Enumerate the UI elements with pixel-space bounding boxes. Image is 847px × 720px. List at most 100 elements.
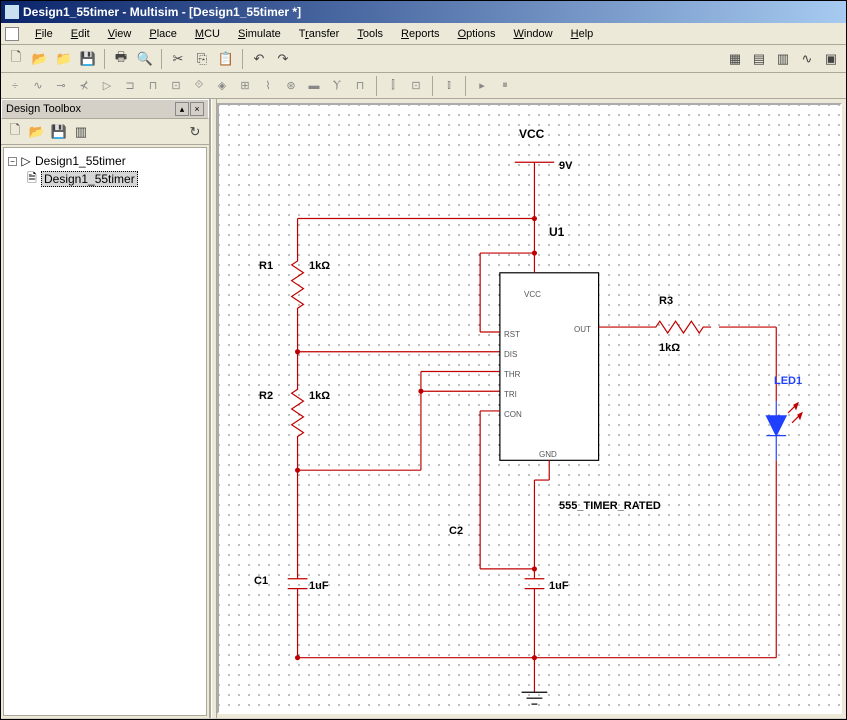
comp-mcu-button[interactable]: Ⲩ (327, 76, 347, 96)
comp-connector-button[interactable]: ⊓ (350, 76, 370, 96)
redo-button[interactable]: ↷ (272, 48, 294, 70)
separator (465, 76, 466, 96)
led-label: LED1 (774, 375, 802, 387)
menu-simulate[interactable]: Simulate (230, 26, 289, 42)
title-bar: Design1_55timer - Multisim - [Design1_55… (1, 1, 846, 23)
tree-root-row[interactable]: − ▷ Design1_55timer (8, 152, 202, 170)
comp-basic-button[interactable]: ∿ (28, 76, 48, 96)
component-toolbar: ÷ ∿ ⊸ ⊀ ▷ ⊐ ⊓ ⊡ ⟐ ◈ ⊞ ⌇ ⊛ ▬ Ⲩ ⊓ ⫿ ⊡ ⫾ ▸ … (1, 73, 846, 99)
pin-vcc: VCC (524, 290, 541, 299)
undo-button[interactable]: ↶ (248, 48, 270, 70)
new-button[interactable]: 🗋 (5, 48, 27, 70)
print-preview-button[interactable]: 🔍 (134, 48, 156, 70)
r2-value: 1kΩ (309, 390, 330, 402)
copy-button[interactable]: ⎘ (191, 48, 213, 70)
menu-place[interactable]: Place (141, 26, 185, 42)
menu-help[interactable]: Help (563, 26, 602, 42)
window-title: Design1_55timer - Multisim - [Design1_55… (23, 5, 301, 19)
instrument-button-4[interactable]: ∿ (796, 48, 818, 70)
comp-power-button[interactable]: ⊞ (235, 76, 255, 96)
menu-edit[interactable]: Edit (63, 26, 98, 42)
comp-ttl-button[interactable]: ⊐ (120, 76, 140, 96)
run-button[interactable]: ▸ (472, 76, 492, 96)
panel-refresh-button[interactable]: ↻ (185, 122, 205, 142)
open-button[interactable]: 📂 (29, 48, 51, 70)
comp-cmos-button[interactable]: ⊓ (143, 76, 163, 96)
ic-type-label: 555_TIMER_RATED (559, 500, 661, 512)
open-sample-button[interactable]: 📁 (53, 48, 75, 70)
pin-con: CON (504, 410, 522, 419)
comp-rf-button[interactable]: ⌇ (258, 76, 278, 96)
c2-label: C2 (449, 525, 463, 537)
panel-title: Design Toolbox (6, 103, 81, 115)
comp-transistor-button[interactable]: ⊀ (74, 76, 94, 96)
save-button[interactable]: 💾 (77, 48, 99, 70)
u1-label: U1 (549, 225, 564, 239)
panel-open-button[interactable]: 📂 (27, 122, 47, 142)
project-icon: ▷ (20, 155, 32, 167)
panel-title-bar: Design Toolbox ▴ × (1, 99, 209, 119)
panel-close-button[interactable]: × (190, 102, 204, 116)
menu-window[interactable]: Window (505, 26, 560, 42)
comp-indicator-button[interactable]: ◈ (212, 76, 232, 96)
r1-label: R1 (259, 260, 273, 272)
separator (432, 76, 433, 96)
comp-mixed-button[interactable]: ⟐ (189, 76, 209, 96)
tree-root-label: Design1_55timer (35, 154, 126, 168)
comp-misc-button[interactable]: ⊡ (166, 76, 186, 96)
instrument-button-3[interactable]: ▥ (772, 48, 794, 70)
vcc-label: VCC (519, 127, 544, 141)
menu-bar: File Edit View Place MCU Simulate Transf… (1, 23, 846, 45)
menu-view[interactable]: View (100, 26, 140, 42)
paste-button[interactable]: 📋 (215, 48, 237, 70)
pin-gnd: GND (539, 450, 557, 459)
comp-ni-button[interactable]: ▬ (304, 76, 324, 96)
r3-value: 1kΩ (659, 342, 680, 354)
menu-tools[interactable]: Tools (349, 26, 391, 42)
schematic-icon: 🗎 (26, 173, 38, 185)
comp-elmech-button[interactable]: ⊛ (281, 76, 301, 96)
comp-source-button[interactable]: ÷ (5, 76, 25, 96)
tree-collapse-icon[interactable]: − (8, 157, 17, 166)
pin-out: OUT (574, 325, 591, 334)
main-area: Design Toolbox ▴ × 🗋 📂 💾 ▥ ↻ − ▷ Design1… (1, 99, 846, 718)
hier-button[interactable]: ⊡ (406, 76, 426, 96)
panel-toolbar: 🗋 📂 💾 ▥ ↻ (1, 119, 209, 145)
menu-reports[interactable]: Reports (393, 26, 448, 42)
circuit-svg (219, 105, 840, 712)
comp-diode-button[interactable]: ⊸ (51, 76, 71, 96)
document-icon (5, 27, 19, 41)
menu-options[interactable]: Options (450, 26, 504, 42)
panel-save-button[interactable]: 💾 (49, 122, 69, 142)
schematic-canvas[interactable]: VCC 9V U1 R1 1kΩ R2 1kΩ R3 1kΩ C1 1uF C2… (217, 103, 842, 714)
probe-button[interactable]: ⫾ (439, 76, 459, 96)
voltage-label: 9V (559, 160, 572, 172)
c1-label: C1 (254, 575, 268, 587)
r2-label: R2 (259, 390, 273, 402)
panel-sheet-button[interactable]: ▥ (71, 122, 91, 142)
tree-child-label: Design1_55timer (41, 171, 138, 187)
bus-button[interactable]: ⫿ (383, 76, 403, 96)
menu-transfer[interactable]: Transfer (291, 26, 348, 42)
tree-child-row[interactable]: 🗎 Design1_55timer (8, 170, 202, 188)
separator (242, 49, 243, 69)
instrument-button-1[interactable]: ▦ (724, 48, 746, 70)
separator (104, 49, 105, 69)
cut-button[interactable]: ✂ (167, 48, 189, 70)
instrument-button-2[interactable]: ▤ (748, 48, 770, 70)
pin-tri: TRI (504, 390, 517, 399)
instrument-button-5[interactable]: ▣ (820, 48, 842, 70)
pin-rst: RST (504, 330, 520, 339)
stop-button[interactable]: ⏸ (495, 76, 515, 96)
menu-mcu[interactable]: MCU (187, 26, 228, 42)
menu-file[interactable]: File (27, 26, 61, 42)
canvas-frame: VCC 9V U1 R1 1kΩ R2 1kΩ R3 1kΩ C1 1uF C2… (217, 99, 846, 718)
panel-pin-button[interactable]: ▴ (175, 102, 189, 116)
comp-analog-button[interactable]: ▷ (97, 76, 117, 96)
pin-dis: DIS (504, 350, 517, 359)
design-tree[interactable]: − ▷ Design1_55timer 🗎 Design1_55timer (3, 147, 207, 716)
print-button[interactable]: 🖶 (110, 48, 132, 70)
separator (376, 76, 377, 96)
design-toolbox-panel: Design Toolbox ▴ × 🗋 📂 💾 ▥ ↻ − ▷ Design1… (1, 99, 211, 718)
panel-new-button[interactable]: 🗋 (5, 122, 25, 142)
